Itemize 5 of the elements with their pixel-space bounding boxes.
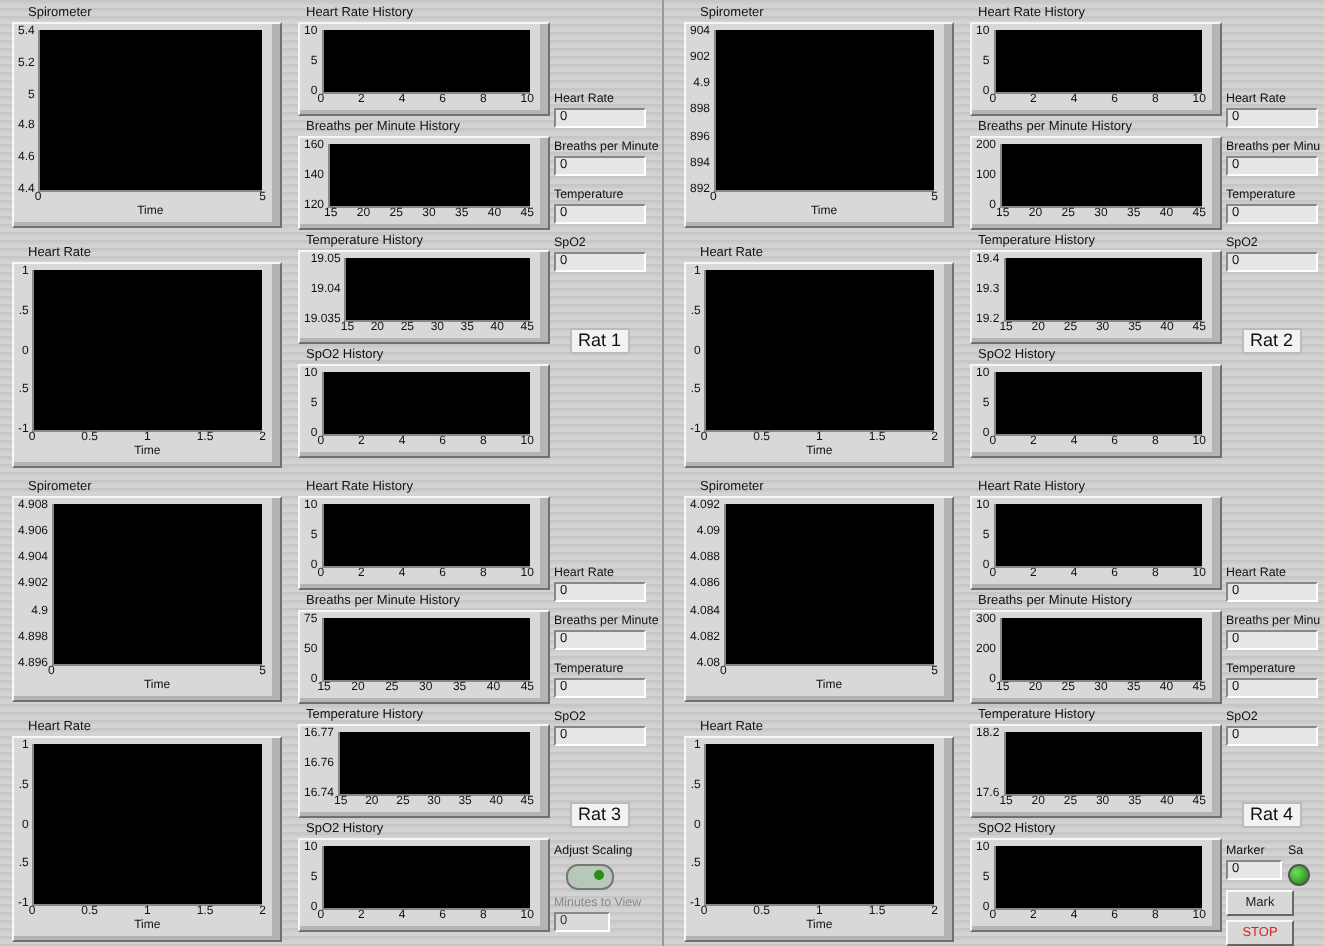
toggle-switch[interactable]	[566, 864, 614, 890]
rat-label: Rat 2	[1242, 328, 1302, 354]
rat-label: Rat 1	[570, 328, 630, 354]
rat-label: Rat 3	[570, 802, 630, 828]
rat-label: Rat 4	[1242, 802, 1302, 828]
